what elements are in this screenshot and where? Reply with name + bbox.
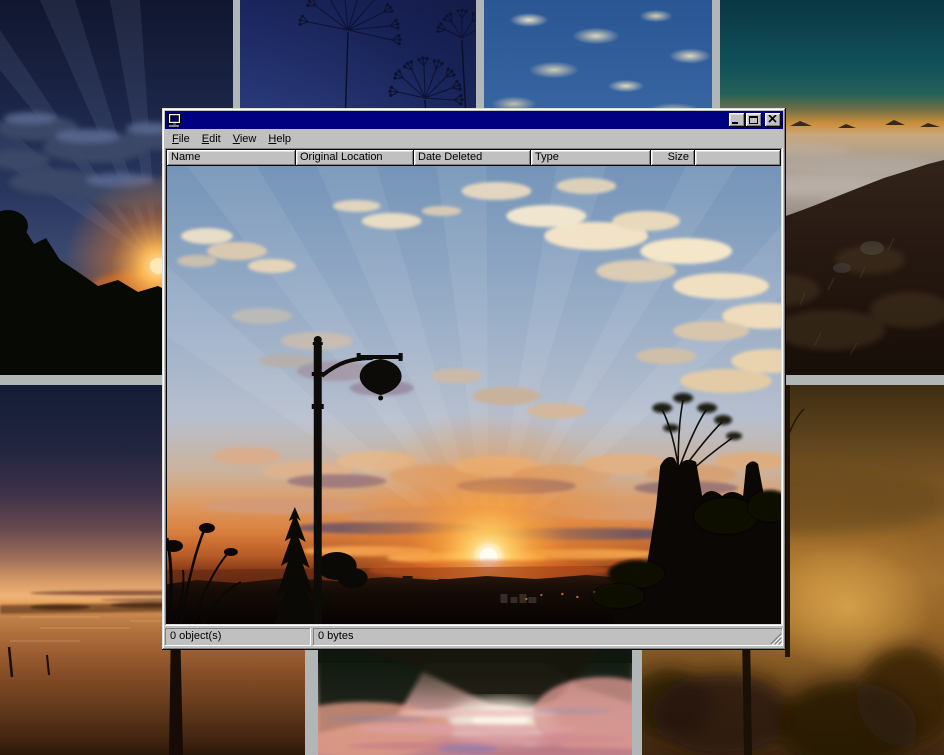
desktop[interactable]: { "window": { "title": "", "menu": { "fi… bbox=[0, 0, 944, 755]
column-header-filler bbox=[695, 150, 781, 166]
status-size: 0 bytes bbox=[313, 628, 783, 646]
status-object-count: 0 object(s) bbox=[165, 628, 311, 646]
resize-grip[interactable] bbox=[769, 632, 782, 645]
close-button[interactable] bbox=[765, 113, 781, 127]
minimize-button[interactable] bbox=[729, 113, 745, 127]
list-view[interactable]: Name Original Location Date Deleted Type… bbox=[165, 148, 783, 626]
menu-file[interactable]: File bbox=[166, 131, 196, 147]
menu-edit[interactable]: Edit bbox=[196, 131, 227, 147]
menu-help[interactable]: Help bbox=[262, 131, 297, 147]
list-view-background-photo[interactable] bbox=[167, 166, 781, 624]
close-icon bbox=[768, 115, 777, 123]
title-bar[interactable] bbox=[165, 111, 783, 129]
minimize-icon bbox=[732, 122, 738, 124]
maximize-icon bbox=[749, 116, 758, 124]
maximize-button[interactable] bbox=[746, 113, 762, 127]
recycle-bin-window[interactable]: File Edit View Help Name Original Locati… bbox=[162, 108, 786, 650]
window-system-icon[interactable] bbox=[167, 112, 183, 128]
status-size-text: 0 bytes bbox=[318, 630, 353, 642]
column-header-row: Name Original Location Date Deleted Type… bbox=[167, 150, 781, 166]
menu-bar: File Edit View Help bbox=[165, 129, 783, 148]
column-header-date-deleted[interactable]: Date Deleted bbox=[414, 150, 531, 166]
menu-view[interactable]: View bbox=[227, 131, 263, 147]
column-header-size[interactable]: Size bbox=[651, 150, 695, 166]
column-header-name[interactable]: Name bbox=[167, 150, 296, 166]
status-bar: 0 object(s) 0 bytes bbox=[165, 628, 783, 646]
column-header-type[interactable]: Type bbox=[531, 150, 651, 166]
sunset-streetlamp-photo bbox=[167, 166, 781, 624]
column-header-original-location[interactable]: Original Location bbox=[296, 150, 414, 166]
